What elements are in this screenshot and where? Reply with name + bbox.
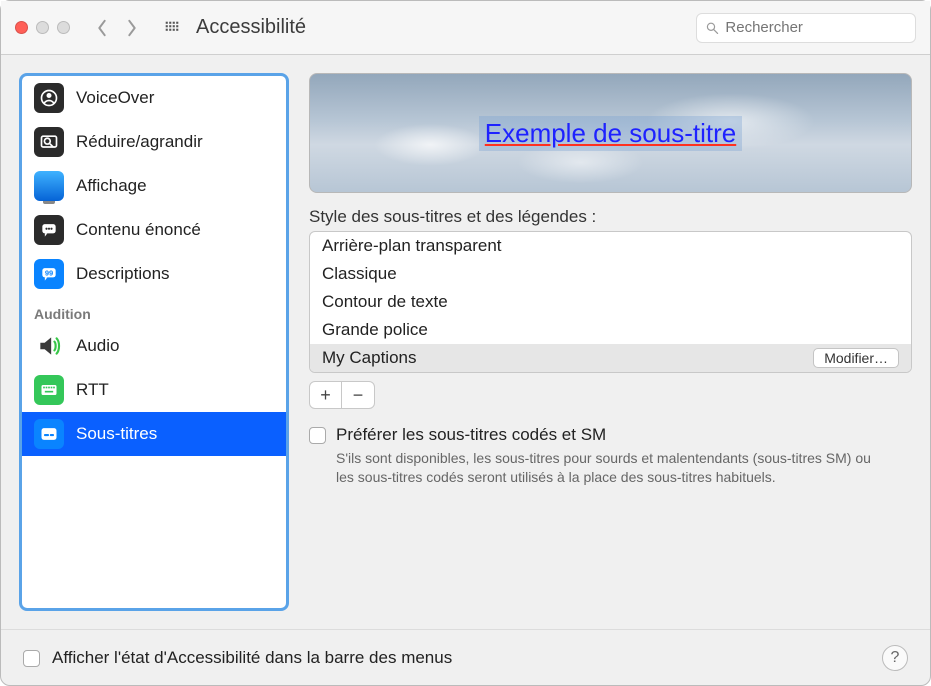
back-button[interactable]: [90, 16, 114, 40]
remove-style-button[interactable]: −: [342, 382, 374, 408]
sidebar-item-audio[interactable]: Audio: [22, 324, 286, 368]
style-section-label: Style des sous-titres et des légendes :: [309, 207, 912, 227]
fullscreen-window-button[interactable]: [57, 21, 70, 34]
caption-preview: Exemple de sous-titre: [309, 73, 912, 193]
style-row[interactable]: Contour de texte: [310, 288, 911, 316]
display-icon: [34, 171, 64, 201]
body: VoiceOver Réduire/agrandir Affichage Con…: [1, 55, 930, 629]
sidebar-item-label: Affichage: [76, 176, 147, 196]
sidebar-item-label: Sous-titres: [76, 424, 157, 444]
sidebar-item-label: RTT: [76, 380, 109, 400]
add-style-button[interactable]: +: [310, 382, 342, 408]
style-name: My Captions: [322, 348, 416, 368]
help-button[interactable]: ?: [882, 645, 908, 671]
style-name: Grande police: [322, 320, 428, 340]
sidebar-item-spoken-content[interactable]: Contenu énoncé: [22, 208, 286, 252]
prefer-closed-captions-label: Préférer les sous-titres codés et SM: [336, 425, 876, 445]
audio-icon: [34, 331, 64, 361]
search-input[interactable]: [725, 19, 907, 36]
show-status-in-menubar-checkbox[interactable]: [23, 650, 40, 667]
sidebar-item-label: Descriptions: [76, 264, 170, 284]
sidebar-item-voiceover[interactable]: VoiceOver: [22, 76, 286, 120]
help-icon: ?: [891, 649, 900, 667]
voiceover-icon: [34, 83, 64, 113]
search-field[interactable]: [696, 13, 916, 43]
modify-style-button[interactable]: Modifier…: [813, 348, 899, 368]
style-name: Classique: [322, 264, 397, 284]
prefer-closed-captions-row: Préférer les sous-titres codés et SM S'i…: [309, 425, 912, 487]
minimize-window-button[interactable]: [36, 21, 49, 34]
sidebar-section-audition: Audition: [22, 296, 286, 324]
sidebar[interactable]: VoiceOver Réduire/agrandir Affichage Con…: [19, 73, 289, 611]
sidebar-item-label: Contenu énoncé: [76, 220, 201, 240]
window-title: Accessibilité: [196, 16, 306, 39]
sidebar-item-rtt[interactable]: RTT: [22, 368, 286, 412]
search-icon: [705, 20, 719, 36]
sidebar-item-display[interactable]: Affichage: [22, 164, 286, 208]
sidebar-item-descriptions[interactable]: 99 Descriptions: [22, 252, 286, 296]
style-row[interactable]: Classique: [310, 260, 911, 288]
svg-text:99: 99: [45, 269, 53, 278]
caption-preview-text: Exemple de sous-titre: [479, 116, 742, 151]
show-all-prefs-button[interactable]: [160, 16, 184, 40]
descriptions-icon: 99: [34, 259, 64, 289]
close-window-button[interactable]: [15, 21, 28, 34]
footer: Afficher l'état d'Accessibilité dans la …: [1, 629, 930, 685]
prefer-closed-captions-description: S'ils sont disponibles, les sous-titres …: [336, 449, 876, 487]
zoom-icon: [34, 127, 64, 157]
show-status-in-menubar-label: Afficher l'état d'Accessibilité dans la …: [52, 648, 452, 668]
add-remove-controls: + −: [309, 381, 375, 409]
spoken-content-icon: [34, 215, 64, 245]
main-panel: Exemple de sous-titre Style des sous-tit…: [309, 73, 912, 611]
rtt-icon: [34, 375, 64, 405]
forward-button[interactable]: [120, 16, 144, 40]
caption-style-list[interactable]: Arrière-plan transparent Classique Conto…: [309, 231, 912, 373]
sidebar-item-label: VoiceOver: [76, 88, 154, 108]
style-name: Contour de texte: [322, 292, 448, 312]
sidebar-item-label: Réduire/agrandir: [76, 132, 203, 152]
sidebar-item-label: Audio: [76, 336, 119, 356]
window-controls: [15, 21, 70, 34]
style-row[interactable]: Grande police: [310, 316, 911, 344]
sidebar-item-zoom[interactable]: Réduire/agrandir: [22, 120, 286, 164]
style-name: Arrière-plan transparent: [322, 236, 502, 256]
sidebar-item-captions[interactable]: Sous-titres: [22, 412, 286, 456]
prefer-closed-captions-checkbox[interactable]: [309, 427, 326, 444]
window: Accessibilité VoiceOver Réduire/agrandir: [0, 0, 931, 686]
captions-icon: [34, 419, 64, 449]
style-row[interactable]: My Captions Modifier…: [310, 344, 911, 372]
style-row[interactable]: Arrière-plan transparent: [310, 232, 911, 260]
titlebar: Accessibilité: [1, 1, 930, 55]
